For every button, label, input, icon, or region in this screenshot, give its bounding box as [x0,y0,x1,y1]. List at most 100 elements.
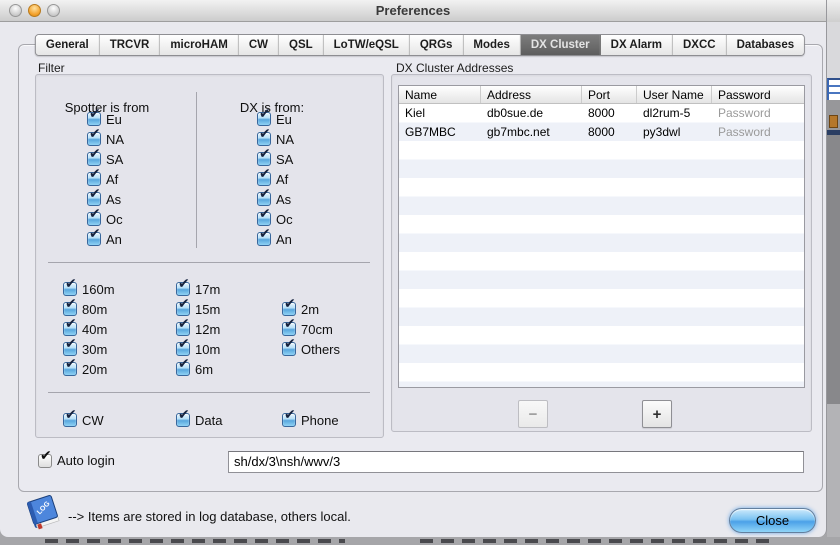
checkbox-label-as: As [276,192,291,207]
filter-group-label: Filter [38,61,65,75]
checkbox-row-phone: Phone [282,412,339,428]
checkbox-label-an: An [106,232,122,247]
checkbox-label-data: Data [195,413,222,428]
checkbox-20m[interactable] [63,362,77,376]
mode-checkbox-cw: CW [63,412,104,428]
background-window-right-sliver [827,0,840,545]
checkbox-label-15m: 15m [195,302,220,317]
tab-qrgs[interactable]: QRGs [410,35,464,55]
mode-checkbox-phone: Phone [282,412,339,428]
checkbox-phone[interactable] [282,413,296,427]
remove-address-button[interactable]: − [518,400,548,428]
log-book-icon: LOG [26,493,62,533]
tab-qsl[interactable]: QSL [279,35,324,55]
table-row[interactable]: Kieldb0sue.de8000dl2rum-5Password [399,104,804,123]
checkbox-40m[interactable] [63,322,77,336]
background-orange-fragment [829,115,838,128]
cell-name: GB7MBC [399,125,481,139]
tab-cw[interactable]: CW [239,35,279,55]
checkbox-eu[interactable] [87,112,101,126]
checkbox-label-na: NA [276,132,294,147]
checkbox-label-an: An [276,232,292,247]
checkbox-70cm[interactable] [282,322,296,336]
cell-name: Kiel [399,106,481,120]
cell-password: Password [712,106,804,120]
background-navy-line [827,130,840,135]
checkbox-sa[interactable] [87,152,101,166]
filter-vertical-divider [196,92,197,248]
checkbox-label-160m: 160m [82,282,115,297]
tab-modes[interactable]: Modes [463,35,520,55]
tab-databases[interactable]: Databases [727,35,805,55]
checkbox-12m[interactable] [176,322,190,336]
checkbox-na[interactable] [257,132,271,146]
checkbox-30m[interactable] [63,342,77,356]
auto-login-command-input[interactable]: sh/dx/3\nsh/wwv/3 [228,451,804,473]
auto-login-label: Auto login [57,453,115,468]
checkbox-others[interactable] [282,342,296,356]
checkbox-row-data: Data [176,412,222,428]
checkbox-an[interactable] [257,232,271,246]
tab-lotw-eqsl[interactable]: LoTW/eQSL [324,35,410,55]
add-address-button[interactable]: + [642,400,672,428]
checkbox-label-eu: Eu [276,112,292,127]
band-checkboxes-col1: 160m80m40m30m20m [63,281,115,377]
spotter-continent-checkboxes: EuNASAAfAsOcAn [87,111,124,247]
column-header-name[interactable]: Name [399,86,481,103]
tab-dx-alarm[interactable]: DX Alarm [601,35,673,55]
table-row[interactable]: GB7MBCgb7mbc.net8000py3dwlPassword [399,123,804,142]
checkbox-label-6m: 6m [195,362,213,377]
column-header-password[interactable]: Password [712,86,804,103]
cell-address: gb7mbc.net [481,125,582,139]
checkbox-label-phone: Phone [301,413,339,428]
checkbox-data[interactable] [176,413,190,427]
table-body[interactable]: Kieldb0sue.de8000dl2rum-5PasswordGB7MBCg… [399,104,804,387]
cell-address: db0sue.de [481,106,582,120]
checkbox-17m[interactable] [176,282,190,296]
checkbox-80m[interactable] [63,302,77,316]
background-titlebar-sliver [827,0,840,22]
tab-general[interactable]: General [36,35,100,55]
checkbox-as[interactable] [87,192,101,206]
checkbox-sa[interactable] [257,152,271,166]
close-button[interactable]: Close [729,508,816,533]
tab-trcvr[interactable]: TRCVR [100,35,161,55]
checkbox-an[interactable] [87,232,101,246]
checkbox-eu[interactable] [257,112,271,126]
checkbox-10m[interactable] [176,342,190,356]
checkbox-label-oc: Oc [106,212,123,227]
storage-note: --> Items are stored in log database, ot… [68,509,351,524]
auto-login-checkbox[interactable] [38,454,52,468]
filter-divider-2 [48,392,370,393]
checkbox-af[interactable] [87,172,101,186]
checkbox-160m[interactable] [63,282,77,296]
checkbox-label-cw: CW [82,413,104,428]
checkbox-oc[interactable] [87,212,101,226]
checkbox-label-40m: 40m [82,322,107,337]
checkbox-oc[interactable] [257,212,271,226]
checkbox-label-others: Others [301,342,340,357]
checkbox-6m[interactable] [176,362,190,376]
checkbox-label-2m: 2m [301,302,319,317]
tab-dx-cluster[interactable]: DX Cluster [521,35,601,55]
checkbox-label-10m: 10m [195,342,220,357]
checkbox-2m[interactable] [282,302,296,316]
background-text-fragment [45,539,345,543]
checkbox-label-eu: Eu [106,112,122,127]
checkbox-label-sa: SA [276,152,293,167]
tab-microham[interactable]: microHAM [160,35,239,55]
checkbox-15m[interactable] [176,302,190,316]
auto-login-row: Auto login [38,453,115,468]
column-header-address[interactable]: Address [481,86,582,103]
column-header-port[interactable]: Port [582,86,637,103]
checkbox-af[interactable] [257,172,271,186]
cluster-address-table[interactable]: NameAddressPortUser NamePassword Kieldb0… [398,85,805,388]
checkbox-as[interactable] [257,192,271,206]
tab-dxcc[interactable]: DXCC [673,35,727,55]
cell-password: Password [712,125,804,139]
checkbox-na[interactable] [87,132,101,146]
checkbox-cw[interactable] [63,413,77,427]
column-header-user-name[interactable]: User Name [637,86,712,103]
window-title: Preferences [0,3,826,18]
titlebar[interactable]: Preferences [0,0,826,22]
